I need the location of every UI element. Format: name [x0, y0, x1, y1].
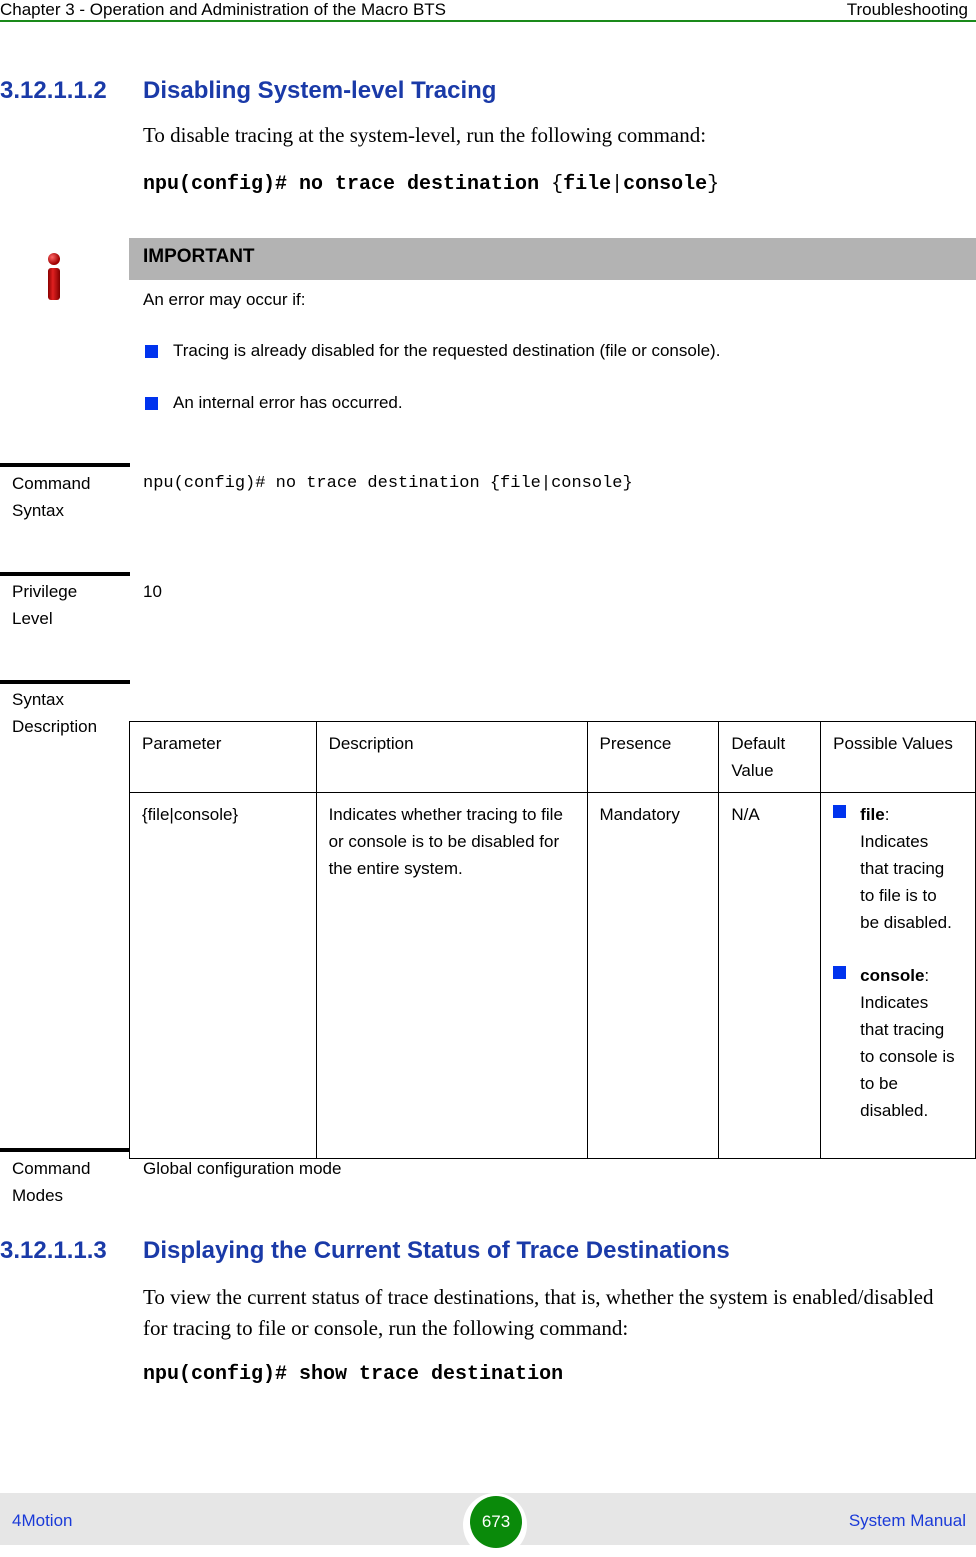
bullet-icon	[833, 966, 847, 979]
footer-manual: System Manual	[848, 1511, 966, 1530]
possible-value-term: file	[860, 805, 885, 824]
possible-value-text: console: Indicates that tracing to conso…	[860, 962, 957, 1124]
cell-parameter: {file|console}	[129, 792, 317, 1159]
label-privilege-level: Privilege Level	[12, 578, 77, 632]
label-syntax-description: Syntax Description	[12, 686, 97, 740]
cell-presence: Mandatory	[586, 792, 720, 1159]
column-header: Description	[315, 721, 588, 793]
divider-rule	[0, 680, 130, 684]
bullet-text: An internal error has occurred.	[173, 393, 403, 412]
section-intro: To disable tracing at the system-level, …	[143, 123, 707, 147]
label-line: Modes	[12, 1186, 64, 1205]
cell-description: Indicates whether tracing to file or con…	[315, 792, 588, 1159]
header-section: Troubleshooting	[846, 0, 968, 19]
important-bullet: Tracing is already disabled for the requ…	[145, 341, 720, 361]
possible-value-item: console: Indicates that tracing to conso…	[833, 962, 957, 1124]
label-line: Command	[12, 474, 91, 493]
command-example: npu(config)# show trace destination	[143, 1363, 564, 1386]
section-intro: To view the current status of trace dest…	[143, 1285, 934, 1340]
option-file: file	[563, 173, 612, 196]
brace-close: }	[707, 173, 720, 196]
divider-rule	[0, 463, 130, 467]
column-header: Possible Values	[820, 721, 976, 793]
privilege-level-value: 10	[143, 582, 162, 601]
option-console: console	[623, 173, 708, 196]
possible-value-term: console	[860, 966, 925, 985]
label-line: Level	[12, 609, 53, 628]
label-line: Syntax	[12, 690, 64, 709]
section-heading-displaying: 3.12.1.1.3 Displaying the Current Status …	[0, 1237, 730, 1265]
section-title: Displaying the Current Status of Trace D…	[143, 1237, 730, 1264]
possible-value-desc: : Indicates that tracing to file is to b…	[860, 805, 952, 932]
possible-value-desc: : Indicates that tracing to console is t…	[860, 966, 955, 1120]
command-text: npu(config)# no trace destination	[143, 173, 552, 196]
column-header: Parameter	[129, 721, 317, 793]
table-header-row: Parameter Description Presence Default V…	[129, 721, 976, 793]
info-icon	[44, 252, 64, 302]
table-row: {file|console} Indicates whether tracing…	[129, 792, 976, 1159]
section-heading-disabling: 3.12.1.1.2 Disabling System-level Tracing	[0, 77, 496, 105]
header-chapter: Chapter 3 - Operation and Administration…	[0, 0, 447, 19]
page-number: 673	[470, 1496, 522, 1548]
label-command-syntax: Command Syntax	[12, 470, 90, 524]
separator: |	[611, 173, 624, 196]
section-number: 3.12.1.1.2	[0, 77, 107, 104]
header-divider	[0, 20, 976, 22]
cell-possible-values: file: Indicates that tracing to file is …	[820, 792, 976, 1159]
divider-rule	[0, 572, 130, 576]
label-line: Syntax	[12, 501, 64, 520]
important-title: IMPORTANT	[143, 246, 255, 267]
column-header: Default Value	[718, 721, 822, 793]
column-header: Presence	[586, 721, 720, 793]
important-lead: An error may occur if:	[143, 290, 306, 309]
section-number: 3.12.1.1.3	[0, 1237, 107, 1264]
label-line: Description	[12, 717, 98, 736]
section-title: Disabling System-level Tracing	[143, 77, 497, 104]
label-command-modes: Command Modes	[12, 1155, 90, 1209]
important-header-bar	[129, 238, 976, 280]
important-bullet: An internal error has occurred.	[145, 393, 403, 413]
possible-value-text: file: Indicates that tracing to file is …	[860, 801, 957, 936]
command-modes-value: Global configuration mode	[143, 1159, 342, 1178]
bullet-icon	[145, 396, 158, 410]
possible-value-item: file: Indicates that tracing to file is …	[833, 801, 957, 936]
label-line: Privilege	[12, 582, 78, 601]
cell-default: N/A	[718, 792, 822, 1159]
bullet-icon	[145, 344, 158, 358]
command-example: npu(config)# no trace destination {file|…	[143, 173, 719, 196]
bullet-icon	[833, 805, 847, 818]
divider-rule	[0, 1148, 130, 1152]
brace-open: {	[551, 173, 564, 196]
command-syntax-value: npu(config)# no trace destination {file|…	[143, 474, 633, 493]
parameters-table: Parameter Description Presence Default V…	[129, 721, 976, 1159]
footer-product: 4Motion	[12, 1511, 73, 1530]
label-line: Command	[12, 1159, 91, 1178]
bullet-text: Tracing is already disabled for the requ…	[173, 341, 721, 360]
